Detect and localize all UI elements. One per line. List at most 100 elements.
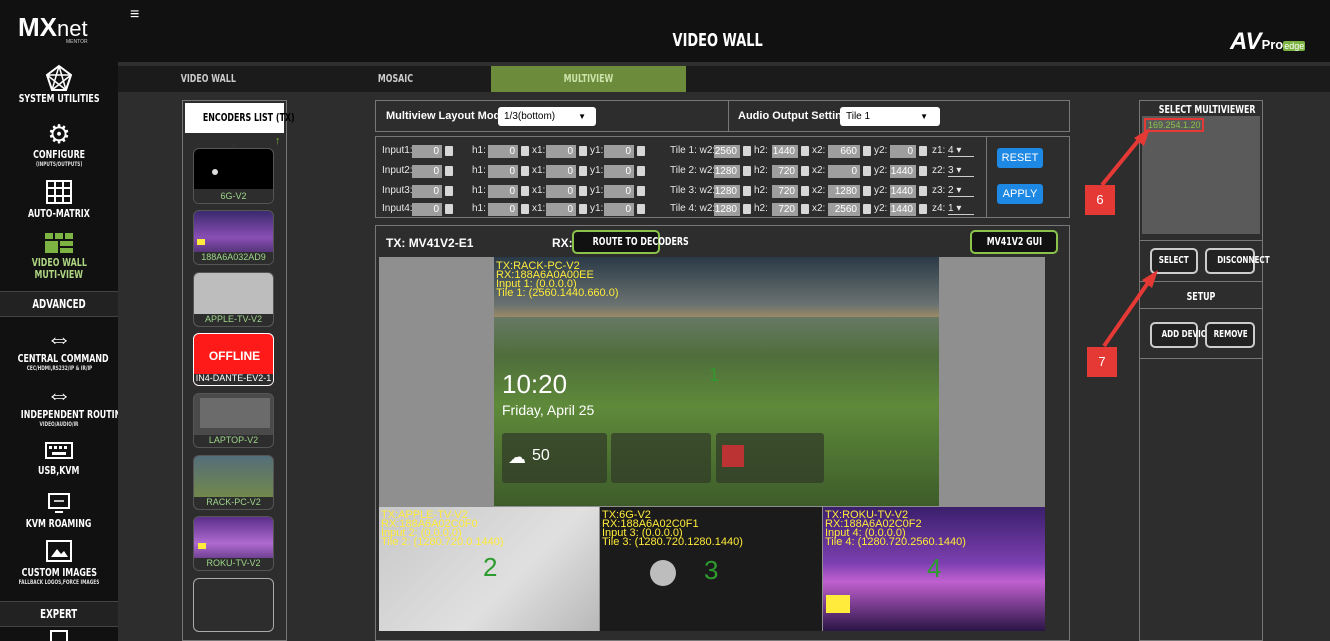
- sidebar-item-configure[interactable]: ⚙ CONFIGURE (INPUTS/OUTPUTS): [0, 120, 118, 168]
- spinner-icon[interactable]: [579, 146, 587, 156]
- spinner-icon[interactable]: [637, 166, 645, 176]
- encoder-item[interactable]: RACK-PC-V2: [193, 455, 274, 510]
- w2-field[interactable]: 2560: [714, 145, 740, 158]
- x1-field[interactable]: 0: [546, 203, 576, 216]
- h2-field[interactable]: 720: [772, 165, 798, 178]
- spinner-icon[interactable]: [521, 204, 529, 214]
- x1-field[interactable]: 0: [546, 185, 576, 198]
- spinner-icon[interactable]: [445, 146, 453, 156]
- spinner-icon[interactable]: [637, 204, 645, 214]
- spinner-icon[interactable]: [801, 186, 809, 196]
- y1-field[interactable]: 0: [604, 185, 634, 198]
- tx-label: TX: MV41V2-E1: [386, 236, 474, 250]
- z-order-select[interactable]: 3 ▾: [948, 165, 974, 177]
- h1-field[interactable]: 0: [488, 185, 518, 198]
- sidebar-item-kvm-roaming[interactable]: KVM ROAMING: [0, 493, 118, 530]
- spinner-icon[interactable]: [521, 146, 529, 156]
- y1-field[interactable]: 0: [604, 145, 634, 158]
- y1-field[interactable]: 0: [604, 203, 634, 216]
- reset-button[interactable]: RESET: [997, 148, 1043, 168]
- spinner-icon[interactable]: [919, 166, 927, 176]
- w1-field[interactable]: 0: [412, 165, 442, 178]
- sidebar-item-label: SYSTEM UTILITIES: [18, 92, 100, 105]
- y2-field[interactable]: 1440: [890, 185, 916, 198]
- spinner-icon[interactable]: [579, 204, 587, 214]
- spinner-icon[interactable]: [579, 186, 587, 196]
- encoder-item[interactable]: ROKU-TV-V2: [193, 516, 274, 571]
- spinner-icon[interactable]: [919, 146, 927, 156]
- h1-field[interactable]: 0: [488, 165, 518, 178]
- w1-field[interactable]: 0: [412, 185, 442, 198]
- w2-field[interactable]: 1280: [714, 165, 740, 178]
- sidebar-item-auto-matrix[interactable]: AUTO-MATRIX: [0, 180, 118, 220]
- h2-field[interactable]: 1440: [772, 145, 798, 158]
- spinner-icon[interactable]: [445, 204, 453, 214]
- x2-field[interactable]: 660: [828, 145, 860, 158]
- spinner-icon[interactable]: [521, 166, 529, 176]
- sidebar-item-video-wall[interactable]: VIDEO WALL MUTI-VIEW: [0, 232, 118, 281]
- sidebar-item-usb-kvm[interactable]: USB,KVM: [0, 440, 118, 477]
- spinner-icon[interactable]: [521, 186, 529, 196]
- y2-field[interactable]: 0: [890, 145, 916, 158]
- encoder-item-empty[interactable]: [193, 578, 274, 632]
- apply-button[interactable]: APPLY: [997, 184, 1043, 204]
- y2-field[interactable]: 1440: [890, 165, 916, 178]
- layout-mode-select[interactable]: 1/3(bottom) ▼: [498, 107, 596, 126]
- encoder-item[interactable]: APPLE-TV-V2: [193, 272, 274, 327]
- y1-field[interactable]: 0: [604, 165, 634, 178]
- spinner-icon[interactable]: [743, 146, 751, 156]
- h2-field[interactable]: 720: [772, 203, 798, 216]
- encoders-header[interactable]: ENCODERS LIST (TX) ^: [185, 103, 295, 154]
- mv41v2-gui-button[interactable]: MV41V2 GUI: [970, 230, 1058, 254]
- spinner-icon[interactable]: [801, 204, 809, 214]
- w1-field[interactable]: 0: [412, 203, 442, 216]
- spinner-icon[interactable]: [863, 204, 871, 214]
- spinner-icon[interactable]: [919, 204, 927, 214]
- spinner-icon[interactable]: [637, 186, 645, 196]
- spinner-icon[interactable]: [863, 186, 871, 196]
- spinner-icon[interactable]: [743, 186, 751, 196]
- spinner-icon[interactable]: [637, 146, 645, 156]
- x2-field[interactable]: 1280: [828, 185, 860, 198]
- spinner-icon[interactable]: [445, 166, 453, 176]
- spinner-icon[interactable]: [801, 166, 809, 176]
- sidebar-item-custom-images[interactable]: CUSTOM IMAGES FALLBACK LOGOS,FORCE IMAGE…: [0, 540, 118, 586]
- h2-field[interactable]: 720: [772, 185, 798, 198]
- keyboard-icon: [45, 442, 73, 459]
- h1-field[interactable]: 0: [488, 145, 518, 158]
- sidebar-item-central-command[interactable]: ⇔ CENTRAL COMMAND CEC/HDMI,RS232/IP & IR…: [0, 324, 118, 372]
- tab-mosaic[interactable]: MOSAIC: [303, 66, 488, 92]
- z-order-select[interactable]: 4 ▾: [948, 145, 974, 157]
- encoder-item[interactable]: 6G-V2: [193, 148, 274, 204]
- spinner-icon[interactable]: [919, 186, 927, 196]
- encoder-item-offline[interactable]: OFFLINE IN4-DANTE-EV2-1: [193, 333, 274, 386]
- z-order-select[interactable]: 1 ▾: [948, 203, 974, 215]
- page-title: VIDEO WALL: [672, 30, 764, 51]
- x1-field[interactable]: 0: [546, 145, 576, 158]
- route-to-decoders-button[interactable]: ROUTE TO DECODERS: [572, 230, 689, 254]
- h1-field[interactable]: 0: [488, 203, 518, 216]
- sidebar-item-independent-routing[interactable]: ⇔ INDEPENDENT ROUTING VIDEO/AUDIO/IR: [0, 380, 128, 428]
- w2-field[interactable]: 1280: [714, 203, 740, 216]
- spinner-icon[interactable]: [743, 204, 751, 214]
- x2-field[interactable]: 0: [828, 165, 860, 178]
- tab-multiview[interactable]: MULTIVIEW: [491, 66, 686, 92]
- spinner-icon[interactable]: [445, 186, 453, 196]
- y2-field[interactable]: 1440: [890, 203, 916, 216]
- spinner-icon[interactable]: [743, 166, 751, 176]
- tab-video-wall[interactable]: VIDEO WALL: [118, 66, 298, 92]
- encoder-item[interactable]: LAPTOP-V2: [193, 393, 274, 448]
- x2-field[interactable]: 2560: [828, 203, 860, 216]
- spinner-icon[interactable]: [863, 146, 871, 156]
- spinner-icon[interactable]: [579, 166, 587, 176]
- spinner-icon[interactable]: [801, 146, 809, 156]
- encoder-item[interactable]: 188A6A032AD9: [193, 210, 274, 265]
- hamburger-icon[interactable]: ≡: [130, 6, 139, 24]
- x1-field[interactable]: 0: [546, 165, 576, 178]
- w2-field[interactable]: 1280: [714, 185, 740, 198]
- audio-output-select[interactable]: Tile 1 ▼: [840, 107, 940, 126]
- sidebar-item-system-utilities[interactable]: SYSTEM UTILITIES: [0, 64, 118, 105]
- w1-field[interactable]: 0: [412, 145, 442, 158]
- z-order-select[interactable]: 2 ▾: [948, 185, 974, 197]
- spinner-icon[interactable]: [863, 166, 871, 176]
